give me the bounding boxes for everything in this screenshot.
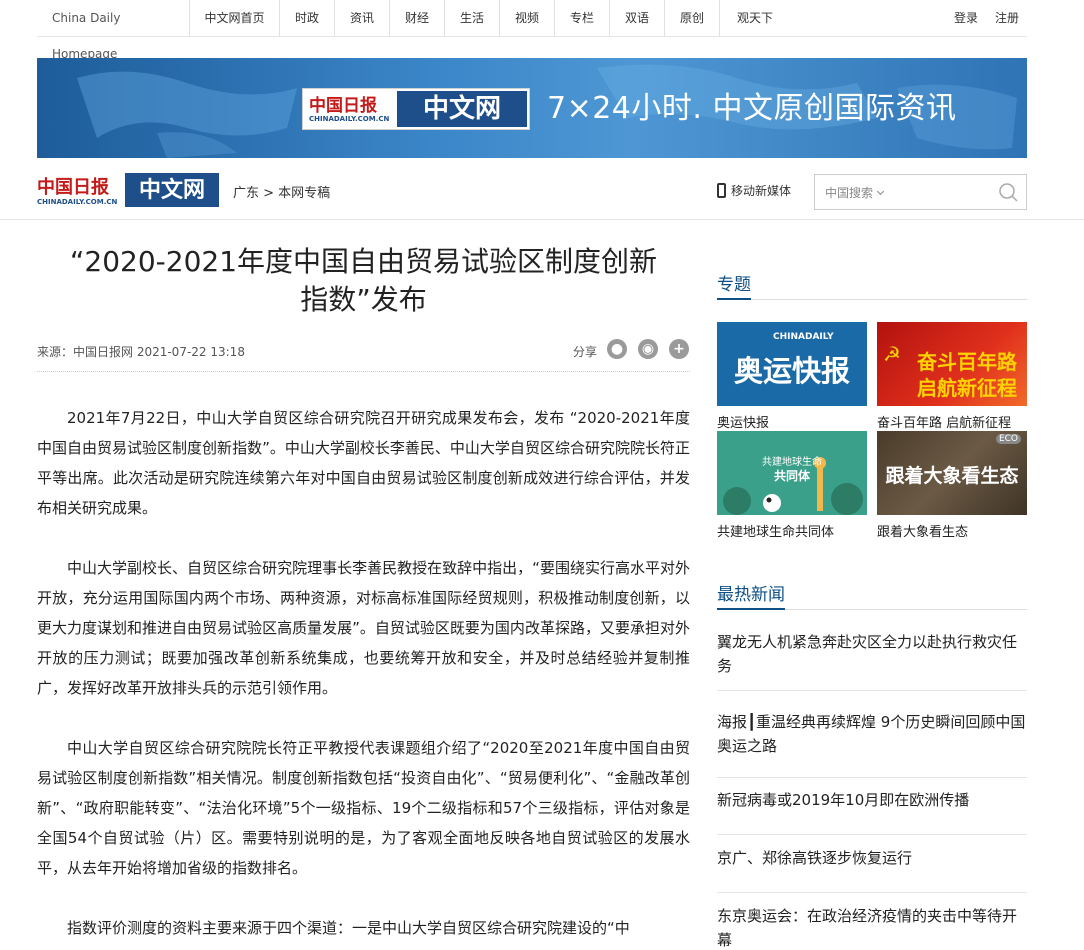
weibo-icon[interactable]: ◉ <box>638 339 658 359</box>
top-nav: China Daily Homepage 中文网首页 时政 资讯 财经 生活 视… <box>37 0 1027 61</box>
nav-item-video[interactable]: 视频 <box>500 0 555 37</box>
search-scope-label: 中国搜索 <box>825 186 874 200</box>
topic-image-text: 奥运快报 <box>733 354 850 388</box>
article-source: 来源：中国日报网 2021-07-22 13:18 <box>37 345 245 359</box>
site-logo[interactable]: 中国日报 CHINADAILY.COM.CN 中文网 <box>37 173 219 209</box>
register-link[interactable]: 注册 <box>995 0 1019 37</box>
mobile-media-link[interactable]: 移动新媒体 <box>717 182 791 199</box>
more-share-icon[interactable]: + <box>669 339 689 359</box>
header-logo-site: 中文网 <box>125 173 219 207</box>
hot-news-item[interactable]: 东京奥运会：在政治经济疫情的夹击中等待开幕 <box>717 904 1027 950</box>
nav-item-cn-home[interactable]: 中文网首页 <box>190 0 280 37</box>
topic-image-text: 跟着大象看生态 <box>885 465 1019 487</box>
flag-icon: ☭ <box>883 342 901 366</box>
article-paragraph: 中山大学自贸区综合研究院院长符正平教授代表课题组介绍了“2020至2021年度中… <box>37 739 690 877</box>
nav-item-life[interactable]: 生活 <box>445 0 500 37</box>
banner-logo-url: CHINADAILY.COM.CN <box>309 115 390 123</box>
topic-image-text: 奋斗百年路 <box>917 350 1017 374</box>
header-logo-url: CHINADAILY.COM.CN <box>37 198 118 206</box>
topic-image-olympics[interactable]: CHINADAILY 奥运快报 <box>717 322 867 406</box>
wechat-icon[interactable]: ● <box>607 339 627 359</box>
banner-logo-cn: 中国日报 <box>309 96 377 116</box>
search-input[interactable] <box>895 181 985 203</box>
nav-item-bilingual[interactable]: 双语 <box>610 0 665 37</box>
mobile-media-label: 移动新媒体 <box>731 184 792 198</box>
topic-image-brand: CHINADAILY <box>773 332 834 342</box>
login-link[interactable]: 登录 <box>954 0 978 37</box>
phone-icon <box>717 183 726 198</box>
search-box: 中国搜索 <box>814 174 1027 210</box>
china-daily-homepage-link[interactable]: China Daily Homepage <box>37 0 190 61</box>
topic-image-elephants[interactable]: ECO 跟着大象看生态 <box>877 431 1027 515</box>
hot-news-divider <box>717 777 1027 778</box>
search-scope-select[interactable]: 中国搜索 <box>825 184 885 201</box>
hot-news-divider <box>717 834 1027 835</box>
article-title: “2020-2021年度中国自由贸易试验区制度创新 指数”发布 <box>37 243 690 319</box>
banner-slogan: 7×24小时. 中文原创国际资讯 <box>547 91 957 126</box>
eco-badge: ECO <box>995 434 1021 444</box>
search-icon[interactable] <box>998 182 1018 202</box>
topic-image-biodiversity[interactable]: 共建地球生命 共同体 <box>717 431 867 515</box>
topic-caption[interactable]: 奋斗百年路 启航新征程 <box>877 412 1011 431</box>
site-banner[interactable]: 中国日报 CHINADAILY.COM.CN 中文网 7×24小时. 中文原创国… <box>37 58 1027 158</box>
article-paragraph: 指数评价测度的资料主要来源于四个渠道：一是中山大学自贸区综合研究院建设的“中 <box>67 919 630 937</box>
nav-item-news[interactable]: 资讯 <box>335 0 390 37</box>
topic-caption[interactable]: 跟着大象看生态 <box>877 521 968 540</box>
topic-caption[interactable]: 共建地球生命共同体 <box>717 521 834 540</box>
hot-news-divider <box>717 892 1027 893</box>
topics-title-text: 专题 <box>717 270 751 300</box>
nav-item-world[interactable]: 观天下 <box>720 0 790 37</box>
topic-image-text-2: 启航新征程 <box>917 376 1017 400</box>
share-label: 分享 <box>573 345 598 359</box>
hot-news-item[interactable]: 京广、郑徐高铁逐步恢复运行 <box>717 846 1027 870</box>
hot-news-item[interactable]: 新冠病毒或2019年10月即在欧洲传播 <box>717 788 1027 812</box>
page-header: 中国日报 CHINADAILY.COM.CN 中文网 广东 > 本网专稿 移动新… <box>0 162 1084 220</box>
article-title-line-1: “2020-2021年度中国自由贸易试验区制度创新 <box>69 245 658 278</box>
topics-section-title: 专题 <box>717 270 1027 300</box>
hot-news-divider <box>717 690 1027 691</box>
nav-item-finance[interactable]: 财经 <box>390 0 445 37</box>
nav-item-original[interactable]: 原创 <box>665 0 720 37</box>
article-paragraph: 中山大学副校长、自贸区综合研究院理事长李善民教授在致辞中指出，“要围绕实行高水平… <box>37 559 690 697</box>
header-logo-cn: 中国日报 <box>37 177 109 198</box>
topic-image-centenary[interactable]: ☭ 奋斗百年路 启航新征程 <box>877 322 1027 406</box>
nav-item-politics[interactable]: 时政 <box>280 0 335 37</box>
topic-image-text: 共建地球生命 <box>762 457 822 468</box>
article-paragraph: 2021年7月22日，中山大学自贸区综合研究院召开研究成果发布会，发布 “202… <box>37 409 690 517</box>
topic-image-text-2: 共同体 <box>773 469 810 483</box>
breadcrumb[interactable]: 广东 > 本网专稿 <box>233 182 330 201</box>
banner-logo: 中国日报 CHINADAILY.COM.CN 中文网 <box>302 88 530 130</box>
nav-item-column[interactable]: 专栏 <box>555 0 610 37</box>
article-meta: 来源：中国日报网 2021-07-22 13:18 分享 ● ◉ + <box>37 339 690 372</box>
hot-news-item[interactable]: 翼龙无人机紧急奔赴灾区全力以赴执行救灾任务 <box>717 630 1027 678</box>
topic-caption[interactable]: 奥运快报 <box>717 412 769 431</box>
chevron-down-icon <box>876 187 885 196</box>
hot-news-item[interactable]: 海报┃重温经典再续辉煌 9个历史瞬间回顾中国奥运之路 <box>717 710 1027 758</box>
banner-logo-site: 中文网 <box>397 91 527 127</box>
hot-news-title-text: 最热新闻 <box>717 580 785 610</box>
article-title-line-2: 指数”发布 <box>300 283 427 316</box>
hot-news-section-title: 最热新闻 <box>717 580 1027 610</box>
